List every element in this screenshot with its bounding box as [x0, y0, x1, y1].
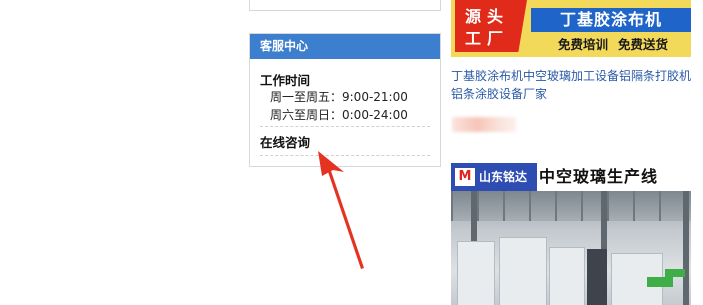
banner-headline: 中空玻璃生产线 — [539, 167, 659, 186]
roof-truss — [451, 191, 691, 221]
free-delivery-text: 免费送货 — [618, 37, 669, 52]
divider — [260, 155, 430, 156]
ad-banner-coating-machine[interactable]: 源头工厂 丁基胶涂布机 免费培训 免费送货 — [451, 0, 691, 57]
green-part — [647, 277, 673, 287]
brand-name: 山东铭达 — [479, 170, 528, 184]
badge-text: 源头工厂 — [465, 7, 510, 48]
ad-banner-glass-line[interactable]: M 山东铭达 中空玻璃生产线 — [451, 163, 691, 305]
pillar — [683, 191, 689, 305]
work-time-title: 工作时间 — [260, 73, 311, 88]
arrow-shaft — [327, 168, 364, 269]
free-training-text: 免费培训 — [557, 37, 608, 52]
online-consult-link[interactable]: 在线咨询 — [260, 133, 430, 153]
source-factory-badge: 源头工厂 — [455, 0, 527, 52]
machine — [549, 247, 585, 305]
brand-block: M 山东铭达 — [451, 163, 537, 191]
machine — [587, 249, 607, 305]
previous-panel-bottom — [249, 0, 441, 11]
brand-logo-icon: M — [455, 168, 475, 186]
service-panel-header: 客服中心 — [250, 34, 440, 59]
machine — [499, 237, 547, 305]
weekend-hours: 周六至周日：0:00-24:00 — [270, 108, 408, 122]
service-panel-body: 工作时间 周一至周五：9:00-21:00 周六至周日：0:00-24:00 在… — [250, 59, 440, 156]
customer-service-panel: 客服中心 工作时间 周一至周五：9:00-21:00 周六至周日：0:00-24… — [249, 33, 441, 167]
product-link[interactable]: 丁基胶涂布机中空玻璃加工设备铝隔条打胶机铝条涂胶设备厂家 — [451, 67, 691, 103]
weekday-hours: 周一至周五：9:00-21:00 — [270, 90, 408, 104]
banner-header-bar: M 山东铭达 中空玻璃生产线 — [451, 163, 691, 191]
banner-title: 丁基胶涂布机 — [531, 8, 691, 32]
divider — [260, 126, 430, 127]
banner-subtitle: 免费培训 免费送货 — [535, 36, 691, 54]
machine — [457, 241, 495, 305]
green-part — [665, 269, 685, 277]
factory-photo — [451, 191, 691, 305]
blurred-price-tag — [452, 117, 516, 132]
